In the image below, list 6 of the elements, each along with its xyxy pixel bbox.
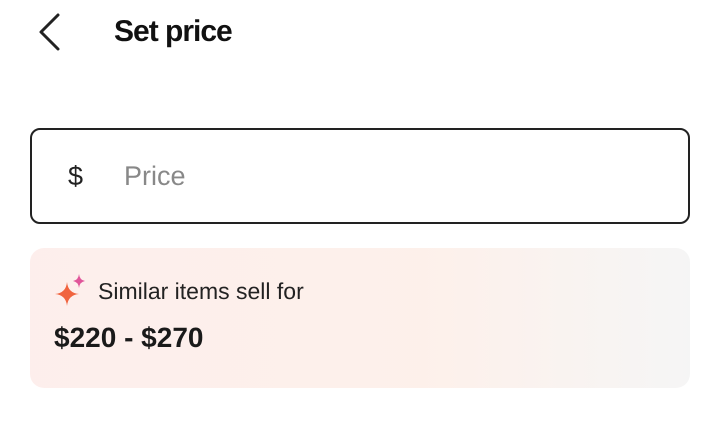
page-title: Set price [114, 15, 232, 49]
currency-symbol: $ [68, 160, 84, 192]
price-field[interactable]: $ Price [30, 128, 690, 224]
price-input[interactable]: Price [124, 160, 688, 192]
price-range: $220 - $270 [54, 322, 204, 354]
suggestion-label: Similar items sell for [98, 278, 304, 304]
